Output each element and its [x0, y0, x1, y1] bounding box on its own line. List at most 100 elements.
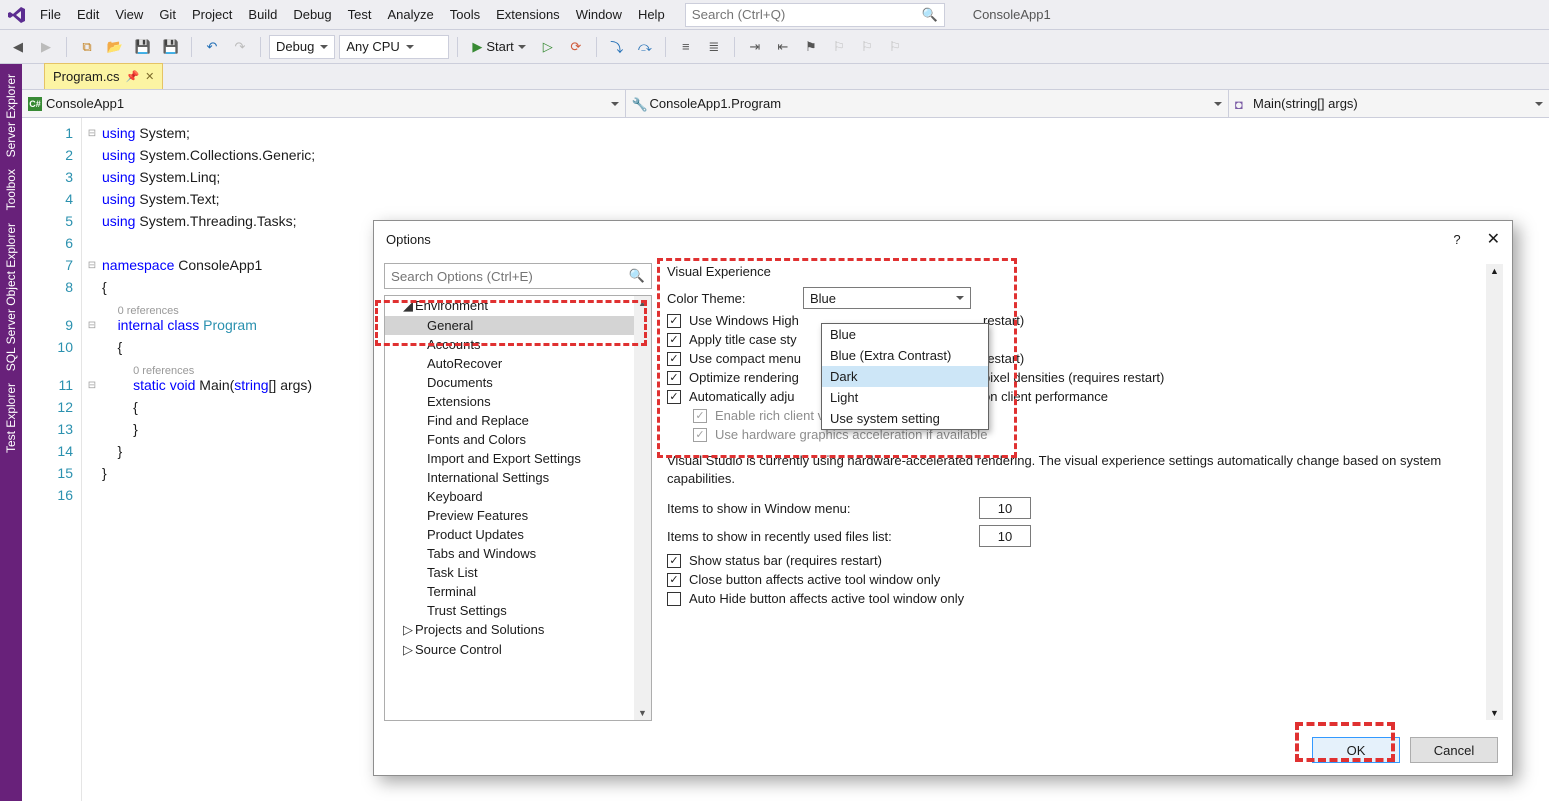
save-all-icon[interactable]: 💾 [159, 35, 183, 59]
checkbox[interactable] [667, 573, 681, 587]
help-icon[interactable]: ? [1453, 232, 1460, 247]
step-over-icon[interactable]: ⤼ [633, 35, 657, 59]
page-scrollbar[interactable]: ▲▼ [1486, 264, 1503, 720]
document-tab[interactable]: Program.cs 📌 ✕ [44, 63, 163, 89]
checkbox[interactable] [667, 592, 681, 606]
redo-icon[interactable]: ↷ [228, 35, 252, 59]
checkbox[interactable] [667, 352, 681, 366]
theme-option[interactable]: Dark [822, 366, 988, 387]
theme-option[interactable]: Use system setting [822, 408, 988, 429]
menu-analyze[interactable]: Analyze [379, 3, 441, 26]
nav-member-dropdown[interactable]: ◘Main(string[] args) [1229, 90, 1549, 117]
theme-option[interactable]: Blue (Extra Contrast) [822, 345, 988, 366]
undo-icon[interactable]: ↶ [200, 35, 224, 59]
tree-node[interactable]: Keyboard [385, 487, 651, 506]
nav-back-icon[interactable]: ◀ [6, 35, 30, 59]
tree-node[interactable]: International Settings [385, 468, 651, 487]
tree-node[interactable]: Extensions [385, 392, 651, 411]
step-into-icon[interactable]: ⤵ [605, 35, 629, 59]
tree-node-environment[interactable]: ◢Environment [385, 296, 651, 316]
checkbox[interactable] [667, 314, 681, 328]
save-icon[interactable]: 💾 [131, 35, 155, 59]
options-search-input[interactable] [391, 269, 601, 284]
nav-class-dropdown[interactable]: 🔧ConsoleApp1.Program [626, 90, 1230, 117]
tree-node[interactable]: Trust Settings [385, 601, 651, 620]
menu-extensions[interactable]: Extensions [488, 3, 568, 26]
checkbox-label-tail: pixel densities (requires restart) [983, 370, 1164, 385]
window-items-label: Items to show in Window menu: [667, 501, 967, 516]
close-icon[interactable]: ✕ [145, 70, 154, 83]
window-items-input[interactable]: 10 [979, 497, 1031, 519]
bookmark-icon[interactable]: ⚑ [799, 35, 823, 59]
cancel-button[interactable]: Cancel [1410, 737, 1498, 763]
mru-items-input[interactable]: 10 [979, 525, 1031, 547]
color-theme-dropdown[interactable]: Blue [803, 287, 971, 309]
config-dropdown[interactable]: Debug [269, 35, 335, 59]
theme-option[interactable]: Blue [822, 324, 988, 345]
theme-option[interactable]: Light [822, 387, 988, 408]
hot-reload-icon[interactable]: ⟳ [564, 35, 588, 59]
tree-node[interactable]: Fonts and Colors [385, 430, 651, 449]
new-project-icon[interactable]: ⧉ [75, 35, 99, 59]
tree-node[interactable]: General [385, 316, 651, 335]
menu-test[interactable]: Test [340, 3, 380, 26]
quick-search-input[interactable] [692, 7, 892, 22]
tree-scrollbar[interactable]: ▲▼ [634, 296, 651, 720]
tree-node[interactable]: AutoRecover [385, 354, 651, 373]
platform-dropdown[interactable]: Any CPU [339, 35, 449, 59]
close-icon[interactable]: ✕ [1487, 229, 1500, 249]
vs-logo-icon [6, 4, 28, 26]
start-button[interactable]: ▶Start [466, 35, 531, 59]
checkbox[interactable] [667, 390, 681, 404]
menu-project[interactable]: Project [184, 3, 240, 26]
indent-icon[interactable]: ⇥ [743, 35, 767, 59]
tree-node[interactable]: ▷Projects and Solutions [385, 620, 651, 640]
ok-button[interactable]: OK [1312, 737, 1400, 763]
dock-tab[interactable]: Toolbox [2, 163, 20, 216]
dock-tab[interactable]: SQL Server Object Explorer [2, 217, 20, 377]
nav-fwd-icon[interactable]: ▶ [34, 35, 58, 59]
tree-node[interactable]: Preview Features [385, 506, 651, 525]
tree-node[interactable]: Terminal [385, 582, 651, 601]
menu-tools[interactable]: Tools [442, 3, 488, 26]
comment-icon[interactable]: ≡ [674, 35, 698, 59]
tree-node[interactable]: Documents [385, 373, 651, 392]
menu-file[interactable]: File [32, 3, 69, 26]
checkbox[interactable] [667, 371, 681, 385]
tree-node[interactable]: Task List [385, 563, 651, 582]
menu-debug[interactable]: Debug [285, 3, 339, 26]
menu-help[interactable]: Help [630, 3, 673, 26]
tree-node[interactable]: Accounts [385, 335, 651, 354]
rendering-note: Visual Studio is currently using hardwar… [667, 452, 1457, 487]
solution-name: ConsoleApp1 [973, 7, 1051, 22]
nav-project-dropdown[interactable]: C#ConsoleApp1 [22, 90, 626, 117]
color-theme-list[interactable]: BlueBlue (Extra Contrast)DarkLightUse sy… [821, 323, 989, 430]
menu-build[interactable]: Build [240, 3, 285, 26]
checkbox[interactable] [667, 554, 681, 568]
outdent-icon[interactable]: ⇤ [771, 35, 795, 59]
menu-view[interactable]: View [107, 3, 151, 26]
dock-tab[interactable]: Test Explorer [2, 377, 20, 459]
start-nodgb-icon[interactable]: ▷ [536, 35, 560, 59]
menu-git[interactable]: Git [151, 3, 184, 26]
quick-search[interactable]: 🔍 [685, 3, 945, 27]
open-icon[interactable]: 📂 [103, 35, 127, 59]
bookmark-clear-icon[interactable]: ⚐ [883, 35, 907, 59]
menu-edit[interactable]: Edit [69, 3, 107, 26]
dock-tab[interactable]: Server Explorer [2, 68, 20, 163]
options-tree[interactable]: ◢Environment GeneralAccountsAutoRecoverD… [384, 295, 652, 721]
menu-window[interactable]: Window [568, 3, 630, 26]
checkbox-label: Close button affects active tool window … [689, 572, 940, 587]
tree-node[interactable]: Tabs and Windows [385, 544, 651, 563]
uncomment-icon[interactable]: ≣ [702, 35, 726, 59]
pin-icon[interactable]: 📌 [125, 70, 139, 83]
tree-node[interactable]: Import and Export Settings [385, 449, 651, 468]
tree-node[interactable]: ▷Source Control [385, 640, 651, 660]
checkbox[interactable] [667, 333, 681, 347]
tree-node[interactable]: Find and Replace [385, 411, 651, 430]
bookmark-prev-icon[interactable]: ⚐ [827, 35, 851, 59]
options-search[interactable]: 🔍 [384, 263, 652, 289]
document-tabs: Program.cs 📌 ✕ [22, 64, 1549, 90]
tree-node[interactable]: Product Updates [385, 525, 651, 544]
bookmark-next-icon[interactable]: ⚐ [855, 35, 879, 59]
